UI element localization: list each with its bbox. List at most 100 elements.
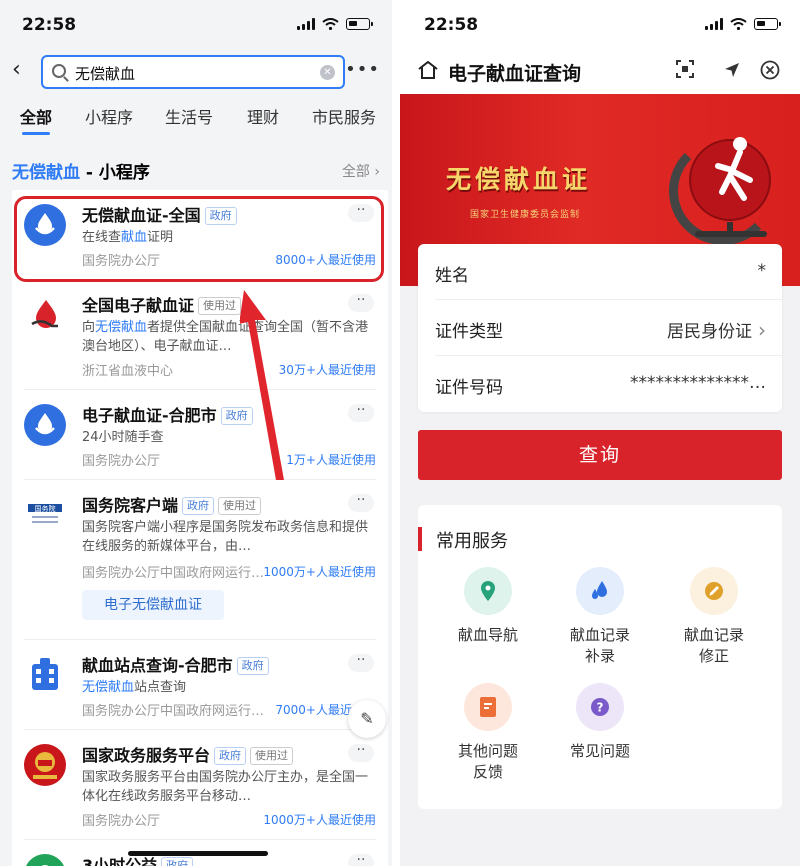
form-label: 证件号码 (435, 378, 503, 398)
section-title: 无偿献血 - 小程序 (12, 163, 150, 183)
item-more-icon[interactable]: ·· (348, 403, 374, 422)
tab-life-accounts[interactable]: 生活号 (165, 104, 213, 128)
result-source: 国务院办公厅中国政府网运行… (82, 566, 265, 581)
scan-icon[interactable] (676, 60, 694, 78)
result-description: 在线查献血证明 (82, 230, 174, 245)
form-value[interactable]: **************… (630, 373, 766, 393)
result-source: 国务院办公厅 (82, 254, 161, 269)
status-bar: 22:58 (0, 0, 392, 50)
signal-icon (297, 18, 315, 30)
result-source: 国务院办公厅 (82, 454, 161, 469)
service-item[interactable]: ? 常见问题 (550, 683, 650, 762)
item-more-icon[interactable]: ·· (348, 203, 374, 222)
battery-icon (346, 18, 373, 30)
tag-badge: 政府 (236, 657, 269, 675)
tab-finance[interactable]: 理财 (247, 104, 279, 128)
service-label: 献血导航 (457, 626, 518, 644)
pane-divider (392, 0, 400, 866)
form-value[interactable]: 居民身份证 (667, 317, 766, 342)
close-icon[interactable] (760, 60, 780, 80)
map-pin-icon (464, 567, 512, 615)
form-label: 姓名 (435, 266, 469, 286)
service-item[interactable]: 献血记录 修正 (664, 567, 764, 667)
form-row[interactable]: 证件类型 居民身份证 (418, 300, 782, 356)
query-button[interactable]: 查询 (418, 430, 782, 480)
item-more-icon[interactable]: ·· (348, 653, 374, 672)
service-item[interactable]: 献血导航 (438, 567, 538, 646)
home-icon[interactable] (417, 60, 439, 80)
certificate-query-screen: 22:58 电子献血证查询 无偿献血证 国家卫生健康委员会监制 姓名 * 证件类… (400, 0, 800, 866)
battery-icon (754, 18, 781, 30)
service-item[interactable]: 其他问题 反馈 (438, 683, 538, 783)
page-title: 电子献血证查询 (448, 63, 582, 85)
tag-badge: 使用过 (218, 497, 262, 515)
result-item[interactable]: 电子献血证-合肥市 政府 ·· 24小时随手查 国务院办公厅 1万+人最近使用 (12, 390, 388, 480)
blood-drop-hand-icon (24, 294, 66, 336)
result-item[interactable]: 全国电子献血证 使用过 ·· 向无偿献血者提供全国献血证查询全国（暂不含港澳台地区… (12, 280, 388, 390)
tab-mini-programs[interactable]: 小程序 (85, 104, 133, 128)
status-bar: 22:58 (400, 0, 800, 50)
tab-all[interactable]: 全部 (20, 104, 52, 135)
result-usage: 1000万+人最近使用 (263, 565, 376, 579)
section-more-link[interactable]: 全部 › (342, 161, 380, 181)
related-service-link[interactable]: 电子无偿献血证 (82, 590, 224, 620)
clear-icon[interactable]: ✕ (320, 65, 335, 80)
result-title: 全国电子献血证 使用过 (82, 292, 242, 316)
item-more-icon[interactable]: ·· (348, 493, 374, 512)
search-input[interactable]: 无偿献血 ✕ (41, 55, 345, 89)
edit-record-icon (690, 567, 738, 615)
result-item[interactable]: 国家政务服务平台 政府 使用过 ·· 国家政务服务平台由国务院办公厅主办，是全国一体… (12, 730, 388, 840)
search-results-screen: 22:58 ‹ 无偿献血 ✕ ••• 全部 小程序 生活号 理财 市民服务 无偿… (0, 0, 392, 866)
status-time: 22:58 (22, 15, 77, 35)
common-services-panel: 常用服务 献血导航 献血记录 补录 献血记录 修正 其他问题 反馈 ? 常见问题 (418, 505, 782, 809)
signal-icon (705, 18, 723, 30)
result-usage: 8000+人最近使用 (275, 253, 376, 267)
query-form: 姓名 * 证件类型 居民身份证 证件号码 **************… (418, 244, 782, 412)
tag-badge: 政府 (214, 747, 247, 765)
search-icon (52, 64, 66, 78)
result-item[interactable]: 国务院 国务院客户端 政府 使用过 ·· 国务院客户端小程序是国务院发布政务信息和提… (12, 480, 388, 640)
result-usage: 1000万+人最近使用 (263, 813, 376, 827)
result-item[interactable]: 无偿献血证-全国 政府 ·· 在线查献血证明 国务院办公厅 8000+人最近使用 (12, 190, 388, 280)
tag-badge: 政府 (182, 497, 215, 515)
tab-citizen-services[interactable]: 市民服务 (312, 104, 376, 128)
svg-text:?: ? (597, 701, 604, 715)
blood-drop-shield-icon (24, 404, 66, 446)
results-list: 无偿献血证-全国 政府 ·· 在线查献血证明 国务院办公厅 8000+人最近使用 … (12, 190, 388, 866)
charity-icon (24, 854, 66, 866)
item-more-icon[interactable]: ·· (348, 293, 374, 312)
wifi-icon (730, 18, 747, 30)
nav-bar: 电子献血证查询 (400, 50, 800, 94)
form-row[interactable]: 姓名 * (418, 244, 782, 300)
result-item[interactable]: 献血站点查询-合肥市 政府 ·· 无偿献血站点查询 国务院办公厅中国政府网运行… … (12, 640, 388, 730)
form-label: 证件类型 (435, 322, 503, 342)
banner-subtitle: 国家卫生健康委员会监制 (470, 210, 581, 220)
result-title: 国家政务服务平台 政府 使用过 (82, 742, 294, 766)
wifi-icon (322, 18, 339, 30)
form-row[interactable]: 证件号码 **************… (418, 356, 782, 412)
back-icon[interactable]: ‹ (12, 57, 21, 82)
result-description: 国家政务服务平台由国务院办公厅主办，是全国一体化在线政务服务平台移动… (82, 770, 369, 804)
tag-badge: 政府 (204, 207, 237, 225)
result-description: 国务院客户端小程序是国务院发布政务信息和提供在线服务的新媒体平台，由… (82, 520, 369, 554)
services-title-accent (418, 527, 422, 551)
national-emblem-icon (24, 744, 66, 786)
service-label: 献血记录 修正 (683, 626, 744, 665)
more-icon[interactable]: ••• (345, 59, 380, 80)
result-title: 国务院客户端 政府 使用过 (82, 492, 262, 516)
state-council-logo-icon: 国务院 (24, 494, 66, 536)
service-label: 献血记录 补录 (569, 626, 630, 665)
feedback-float-button[interactable]: ✎ (348, 700, 386, 738)
result-description: 无偿献血站点查询 (82, 680, 187, 695)
service-label: 常见问题 (569, 742, 630, 760)
result-title: 电子献血证-合肥市 政府 (82, 402, 253, 426)
item-more-icon[interactable]: ·· (348, 743, 374, 762)
form-value[interactable]: * (758, 261, 767, 281)
service-item[interactable]: 献血记录 补录 (550, 567, 650, 667)
building-icon (24, 654, 66, 696)
search-bar: ‹ 无偿献血 ✕ ••• (0, 55, 392, 89)
tag-badge: 政府 (161, 857, 194, 866)
location-icon[interactable] (723, 61, 741, 79)
result-usage: 1万+人最近使用 (286, 453, 376, 467)
item-more-icon[interactable]: ·· (348, 853, 374, 866)
